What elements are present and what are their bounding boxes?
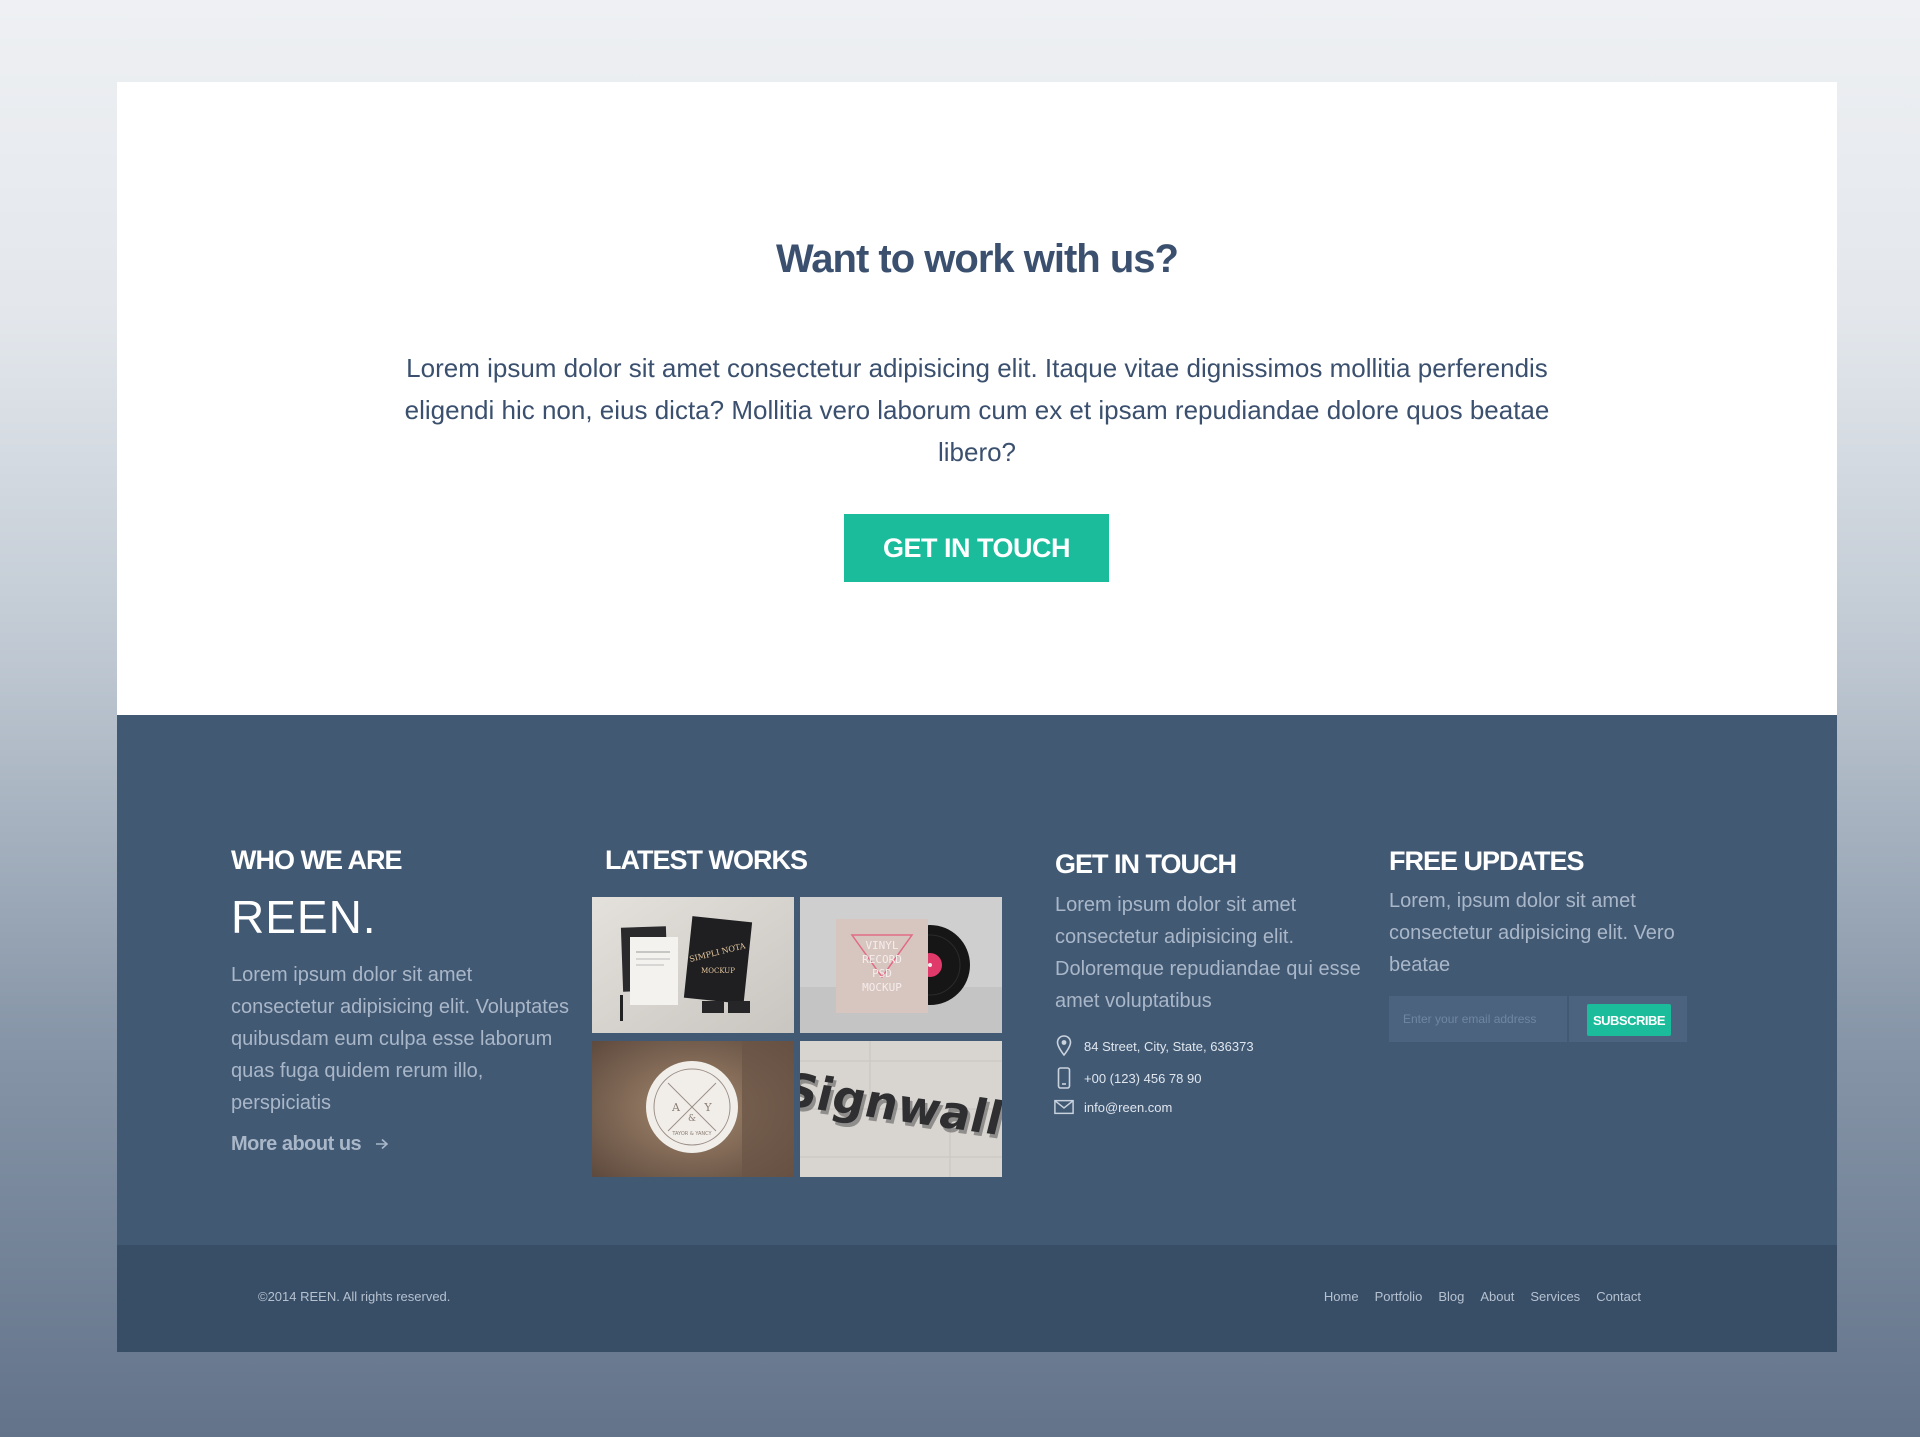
cta-title: Want to work with us? (776, 237, 1179, 281)
subscribe-form: SUBSCRIBE (1389, 996, 1687, 1042)
more-about-us-label: More about us (231, 1133, 362, 1155)
contact-address-row: 84 Street, City, State, 636373 (1054, 1035, 1254, 1057)
cta-section: Want to work with us? Lorem ipsum dolor … (117, 82, 1837, 715)
bottom-bar: ©2014 REEN. All rights reserved. Home Po… (117, 1245, 1837, 1352)
contact-email[interactable]: info@reen.com (1084, 1100, 1172, 1115)
vinyl-text-1: VINYL (865, 939, 898, 952)
badge-text-4: TAYOR & YANCY (671, 1131, 712, 1137)
work-thumb-badge[interactable]: A Y & TAYOR & YANCY (592, 1041, 794, 1177)
contact-phone: +00 (123) 456 78 90 (1084, 1070, 1202, 1086)
latest-works-grid: SIMPLI NOTA MOCKUP VINYL RECORD PSD MOCK… (592, 897, 1002, 1177)
bottom-nav-blog[interactable]: Blog (1438, 1289, 1464, 1304)
footer: WHO WE ARE REEN. Lorem ipsum dolor sit a… (117, 715, 1837, 1245)
get-in-touch-text: Lorem ipsum dolor sit amet consectetur a… (1055, 894, 1361, 1012)
badge-text-2: Y (703, 1101, 712, 1114)
get-in-touch-button[interactable]: GET IN TOUCH (844, 514, 1109, 582)
arrow-right-icon (375, 1133, 389, 1156)
contact-email-row[interactable]: info@reen.com (1054, 1099, 1172, 1115)
bottom-nav: Home Portfolio Blog About Services Conta… (1324, 1289, 1641, 1304)
page-container: Want to work with us? Lorem ipsum dolor … (117, 82, 1837, 1352)
vinyl-text-4: MOCKUP (862, 981, 902, 994)
bottom-nav-contact[interactable]: Contact (1596, 1289, 1641, 1304)
vinyl-text-3: PSD (872, 967, 892, 980)
envelope-icon (1054, 1099, 1074, 1115)
bottom-nav-home[interactable]: Home (1324, 1289, 1359, 1304)
mobile-phone-icon (1054, 1067, 1074, 1089)
get-in-touch-heading: GET IN TOUCH (1055, 849, 1237, 879)
who-we-are-text: Lorem ipsum dolor sit amet consectetur a… (231, 964, 569, 1114)
brand-logo-text: REEN. (231, 891, 377, 943)
bottom-nav-portfolio[interactable]: Portfolio (1375, 1289, 1423, 1304)
bottom-nav-services[interactable]: Services (1530, 1289, 1580, 1304)
free-updates-heading: FREE UPDATES (1389, 846, 1585, 876)
badge-text-3: & (688, 1114, 696, 1124)
stationery-text-2: MOCKUP (701, 967, 735, 975)
work-thumb-stationery[interactable]: SIMPLI NOTA MOCKUP (592, 897, 794, 1033)
badge-text-1: A (671, 1101, 681, 1114)
copyright-text: ©2014 REEN. All rights reserved. (258, 1289, 451, 1304)
location-pin-icon (1054, 1035, 1074, 1057)
bottom-nav-about[interactable]: About (1480, 1289, 1514, 1304)
cta-text: Lorem ipsum dolor sit amet consectetur a… (404, 353, 1550, 467)
subscribe-button[interactable]: SUBSCRIBE (1587, 1004, 1671, 1036)
latest-works-heading: LATEST WORKS (605, 845, 808, 875)
email-input[interactable] (1389, 996, 1567, 1042)
contact-phone-row: +00 (123) 456 78 90 (1054, 1067, 1201, 1089)
free-updates-text: Lorem, ipsum dolor sit amet consectetur … (1389, 890, 1675, 976)
more-about-us-link[interactable]: More about us (231, 1133, 389, 1156)
input-divider (1567, 996, 1569, 1042)
work-thumb-signwall[interactable]: Signwall Signwall (800, 1041, 1002, 1177)
work-thumb-vinyl[interactable]: VINYL RECORD PSD MOCKUP (800, 897, 1002, 1033)
vinyl-text-2: RECORD (862, 953, 902, 966)
who-we-are-heading: WHO WE ARE (231, 845, 402, 875)
contact-address: 84 Street, City, State, 636373 (1084, 1038, 1254, 1054)
